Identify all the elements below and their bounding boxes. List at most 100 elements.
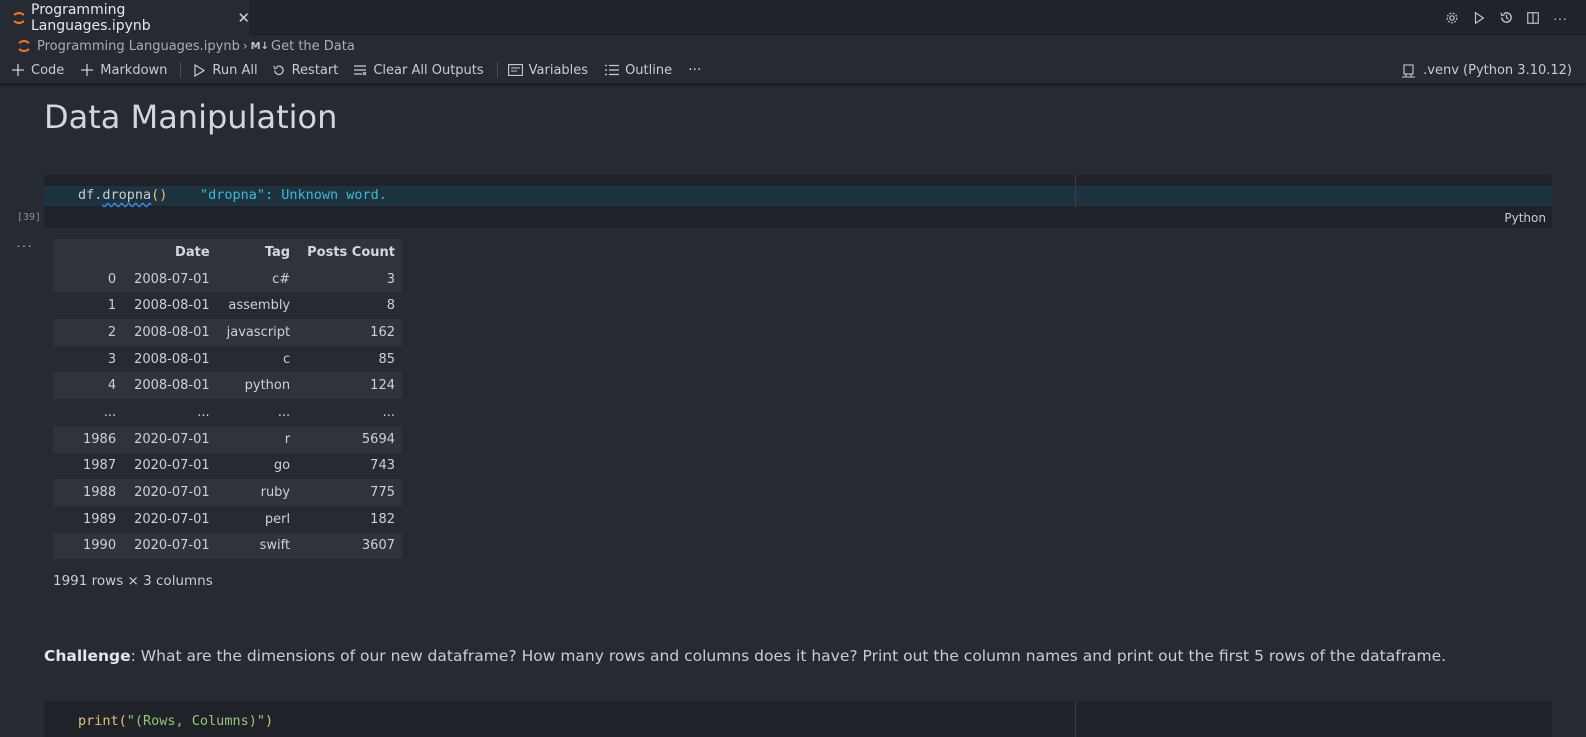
row-index: 1987 [83, 458, 117, 474]
outline-button[interactable]: Outline [604, 59, 672, 81]
code-paren-open: ( [118, 713, 127, 729]
markdown-heading[interactable]: Data Manipulation [44, 98, 337, 136]
code-line: print("(Rows, Columns)") [78, 713, 273, 729]
plus-icon [79, 62, 95, 78]
add-code-cell-button[interactable]: Code [10, 59, 64, 81]
editor-tab-bar: Programming Languages.ipynb ✕ ··· [0, 0, 1586, 35]
restart-button[interactable]: Restart [271, 59, 338, 81]
plus-icon [10, 62, 26, 78]
column-header: Date [175, 244, 210, 260]
breadcrumb: Programming Languages.ipynb › M↓ Get the… [0, 35, 1586, 57]
table-row: 2 2008-08-01 javascript 162 [53, 319, 402, 346]
kernel-label: .venv (Python 3.10.12) [1423, 63, 1572, 78]
table-row-ellipsis: ... ... ... ... [53, 399, 402, 426]
toolbar-divider [496, 62, 498, 78]
code-string: "(Rows, Columns)" [126, 713, 265, 729]
add-code-label: Code [31, 62, 65, 78]
code-cell-editor[interactable]: df.dropna() "dropna": Unknown word. Pyth… [44, 175, 1552, 228]
column-header: Tag [264, 244, 291, 260]
cell-posts-count: 8 [386, 298, 395, 314]
cell-posts-count: 775 [370, 485, 395, 501]
cell-posts-count: 5694 [361, 431, 395, 447]
output-more-icon[interactable]: ··· [16, 237, 33, 253]
cell-date: 2020-07-01 [134, 485, 210, 501]
breadcrumb-file[interactable]: Programming Languages.ipynb [37, 39, 240, 54]
row-index: 1989 [83, 511, 117, 527]
more-actions-icon[interactable]: ··· [1552, 10, 1568, 26]
row-index: 1990 [83, 538, 117, 554]
cell-tag: assembly [228, 298, 291, 314]
clear-all-icon [352, 62, 368, 78]
cell-posts-count: 162 [370, 324, 395, 340]
table-row: 4 2008-08-01 python 124 [53, 372, 402, 400]
cell-date: ... [197, 404, 210, 420]
row-index: ... [103, 404, 117, 420]
run-all-button[interactable]: Run All [191, 59, 258, 81]
table-row: 1990 2020-07-01 swift 3607 [53, 532, 402, 560]
cell-date: 2008-08-01 [134, 324, 210, 340]
markdown-icon: M↓ [250, 40, 270, 52]
add-markdown-label: Markdown [100, 62, 168, 78]
cell-posts-count: 3607 [361, 538, 395, 554]
challenge-bold: Challenge [44, 647, 131, 665]
markdown-challenge[interactable]: Challenge: What are the dimensions of ou… [44, 647, 1446, 665]
cell-tag: python [244, 378, 291, 394]
run-icon[interactable] [1471, 10, 1487, 26]
cell-posts-count: 3 [386, 271, 395, 287]
clear-all-outputs-button[interactable]: Clear All Outputs [352, 59, 484, 81]
run-all-label: Run All [212, 62, 258, 78]
spellcheck-hint: "dropna": Unknown word. [199, 187, 387, 203]
cell-tag: ... [277, 404, 291, 420]
variables-button[interactable]: Variables [508, 59, 588, 81]
cell-tag: go [273, 458, 291, 474]
notebook-tab[interactable]: Programming Languages.ipynb ✕ [0, 0, 251, 35]
more-actions-button[interactable]: ··· [688, 59, 701, 81]
table-row: 1 2008-08-01 assembly 8 [53, 292, 402, 320]
code-paren-close: ) [264, 713, 274, 729]
notebook-toolbar: Code Markdown Run All Restart Clear All … [0, 57, 1586, 84]
table-row: 1988 2020-07-01 ruby 775 [53, 479, 402, 506]
gear-icon[interactable] [1444, 10, 1460, 26]
table-row: 1989 2020-07-01 perl 182 [53, 505, 402, 533]
code-function: print [78, 713, 119, 729]
cell-date: 2020-07-01 [134, 458, 210, 474]
row-index: 3 [107, 351, 117, 367]
add-markdown-cell-button[interactable]: Markdown [79, 59, 167, 81]
toolbar-divider [180, 62, 182, 78]
close-icon[interactable]: ✕ [237, 9, 250, 27]
cell-tag: ruby [260, 485, 291, 501]
cell-date: 2020-07-01 [134, 431, 210, 447]
row-index: 2 [107, 324, 117, 340]
table-row: 1987 2020-07-01 go 743 [53, 452, 402, 480]
table-row: 3 2008-08-01 c 85 [53, 345, 402, 373]
table-row: 1986 2020-07-01 r 5694 [53, 425, 402, 453]
cell-posts-count: ... [382, 404, 395, 420]
editor-ruler [1075, 701, 1076, 737]
outline-icon [604, 62, 620, 78]
breadcrumb-section[interactable]: Get the Data [271, 39, 355, 54]
row-index: 4 [107, 378, 117, 394]
editor-actions: ··· [1444, 0, 1568, 35]
column-header [53, 239, 124, 266]
split-editor-icon[interactable] [1525, 10, 1541, 26]
kernel-picker[interactable]: .venv (Python 3.10.12) [1400, 57, 1572, 84]
row-index: 1 [107, 298, 117, 314]
code-object: df. [78, 187, 103, 203]
code-cell-editor[interactable]: print("(Rows, Columns)") [44, 701, 1552, 737]
column-header: Posts Count [307, 244, 395, 260]
restart-icon [271, 62, 287, 78]
cell-date: 2008-08-01 [134, 378, 210, 394]
row-index: 1986 [83, 431, 117, 447]
more-label: ··· [688, 62, 702, 78]
cell-date: 2020-07-01 [134, 511, 210, 527]
table-row: 0 2008-07-01 c# 3 [53, 265, 402, 293]
cell-tag: r [284, 431, 291, 447]
history-icon[interactable] [1498, 10, 1514, 26]
cell-tag: c# [272, 271, 291, 287]
cell-language-button[interactable]: Python [1504, 211, 1546, 225]
execution-count: [39] [17, 212, 42, 223]
cell-tag: javascript [226, 324, 291, 340]
dataframe-table: Date Tag Posts Count 0 2008-07-01 c# 3 1… [53, 239, 402, 560]
code-line: df.dropna() "dropna": Unknown word. [78, 187, 387, 203]
jupyter-icon [17, 39, 31, 53]
